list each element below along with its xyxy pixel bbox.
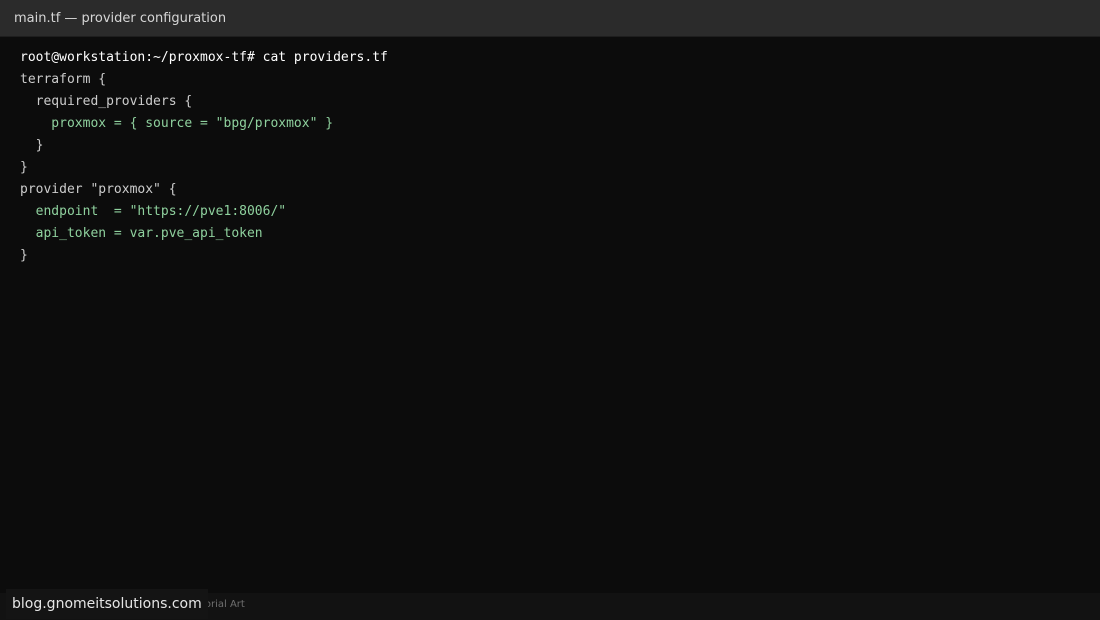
command-prompt: root@workstation:~/proxmox-tf# cat provi… — [20, 50, 388, 65]
terminal-window: main.tf — provider configuration root@wo… — [0, 0, 1100, 620]
code-line: } — [20, 138, 44, 153]
code-line: endpoint = "https://pve1:8006/" — [20, 204, 287, 219]
terminal-output[interactable]: root@workstation:~/proxmox-tf# cat provi… — [20, 47, 1080, 267]
code-line: } — [20, 248, 28, 263]
window-title: main.tf — provider configuration — [14, 11, 227, 26]
code-line: api_token = var.pve_api_token — [20, 226, 263, 241]
code-line: proxmox = { source = "bpg/proxmox" } — [20, 116, 334, 131]
code-line: provider "proxmox" { — [20, 182, 177, 197]
title-bar[interactable]: main.tf — provider configuration — [0, 0, 1100, 37]
watermark: blog.gnomeitsolutions.com — [6, 589, 208, 619]
code-line: terraform { — [20, 72, 107, 87]
code-line: required_providers { — [20, 94, 193, 109]
code-line: } — [20, 160, 28, 175]
